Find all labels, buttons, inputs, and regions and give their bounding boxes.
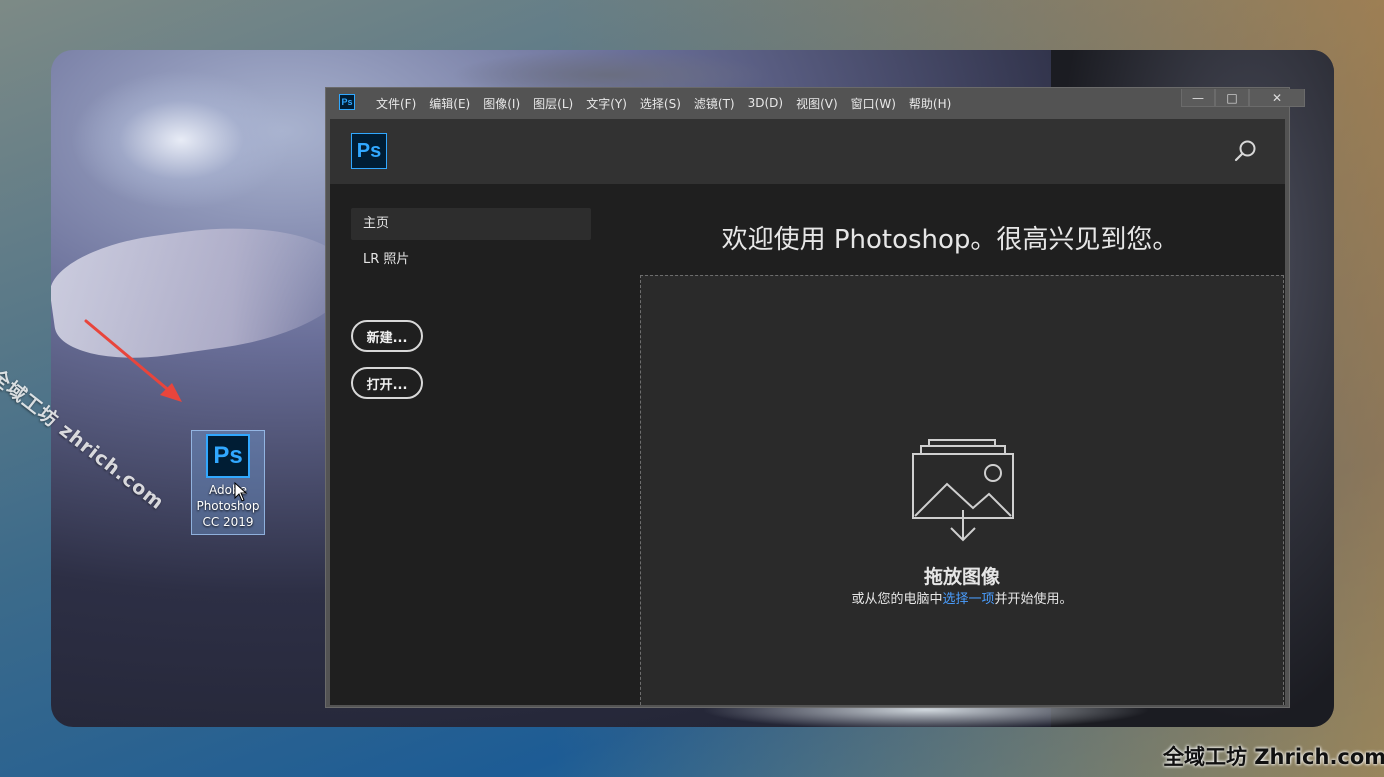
photoshop-logo-icon: Ps	[206, 434, 250, 478]
menu-help[interactable]: 帮助(H)	[909, 95, 951, 112]
menu-file[interactable]: 文件(F)	[376, 95, 416, 112]
minimize-button[interactable]: —	[1181, 89, 1215, 107]
search-icon[interactable]	[1234, 139, 1258, 163]
open-button[interactable]: 打开...	[351, 367, 423, 399]
maximize-button[interactable]: □	[1215, 89, 1249, 107]
desktop-icon-label: Adobe Photoshop CC 2019	[196, 483, 260, 529]
menu-view[interactable]: 视图(V)	[796, 95, 838, 112]
sidebar-item-lr-photos[interactable]: LR 照片	[351, 244, 591, 276]
photoshop-window: Ps 文件(F) 编辑(E) 图像(I) 图层(L) 文字(Y) 选择(S) 滤…	[325, 87, 1305, 708]
sidebar: 主页 LR 照片 新建... 打开...	[330, 184, 615, 705]
main-content: 欢迎使用 Photoshop。很高兴见到您。 拖放图像 或从您的电脑中选择一项并…	[615, 184, 1285, 705]
welcome-title: 欢迎使用 Photoshop。很高兴见到您。	[721, 225, 1179, 255]
menu-filter[interactable]: 滤镜(T)	[694, 95, 735, 112]
menu-window[interactable]: 窗口(W)	[851, 95, 896, 112]
menu-select[interactable]: 选择(S)	[640, 95, 681, 112]
menu-bar: 文件(F) 编辑(E) 图像(I) 图层(L) 文字(Y) 选择(S) 滤镜(T…	[376, 88, 964, 118]
watermark-corner: 全域工坊 Zhrich.com	[1163, 745, 1384, 769]
new-button[interactable]: 新建...	[351, 320, 423, 352]
menu-3d[interactable]: 3D(D)	[748, 96, 783, 110]
home-header: Ps	[330, 119, 1285, 184]
menu-edit[interactable]: 编辑(E)	[429, 95, 470, 112]
drop-zone[interactable]: 拖放图像 或从您的电脑中选择一项并开始使用。	[640, 275, 1284, 705]
select-file-link[interactable]: 选择一项	[942, 592, 994, 607]
close-button[interactable]: ✕	[1249, 89, 1305, 107]
mouse-cursor-icon	[234, 482, 248, 502]
home-screen: Ps 主页 LR 照片 新建... 打开... 欢迎使用 Photoshop。很…	[330, 119, 1285, 705]
window-controls: — □ ✕	[1181, 89, 1305, 107]
drop-title: 拖放图像	[923, 566, 1000, 588]
desktop-icon-photoshop[interactable]: Ps Adobe Photoshop CC 2019	[191, 430, 265, 535]
menu-image[interactable]: 图像(I)	[483, 95, 520, 112]
menu-layer[interactable]: 图层(L)	[533, 95, 573, 112]
app-logo-icon: Ps	[339, 94, 355, 110]
drop-image-icon	[912, 439, 1014, 542]
sidebar-item-home[interactable]: 主页	[351, 208, 591, 240]
menu-type[interactable]: 文字(Y)	[586, 95, 627, 112]
photoshop-logo-icon: Ps	[351, 133, 387, 169]
red-arrow-icon	[84, 319, 182, 402]
drop-subtitle: 或从您的电脑中选择一项并开始使用。	[851, 592, 1073, 607]
title-bar: Ps 文件(F) 编辑(E) 图像(I) 图层(L) 文字(Y) 选择(S) 滤…	[326, 88, 1305, 118]
